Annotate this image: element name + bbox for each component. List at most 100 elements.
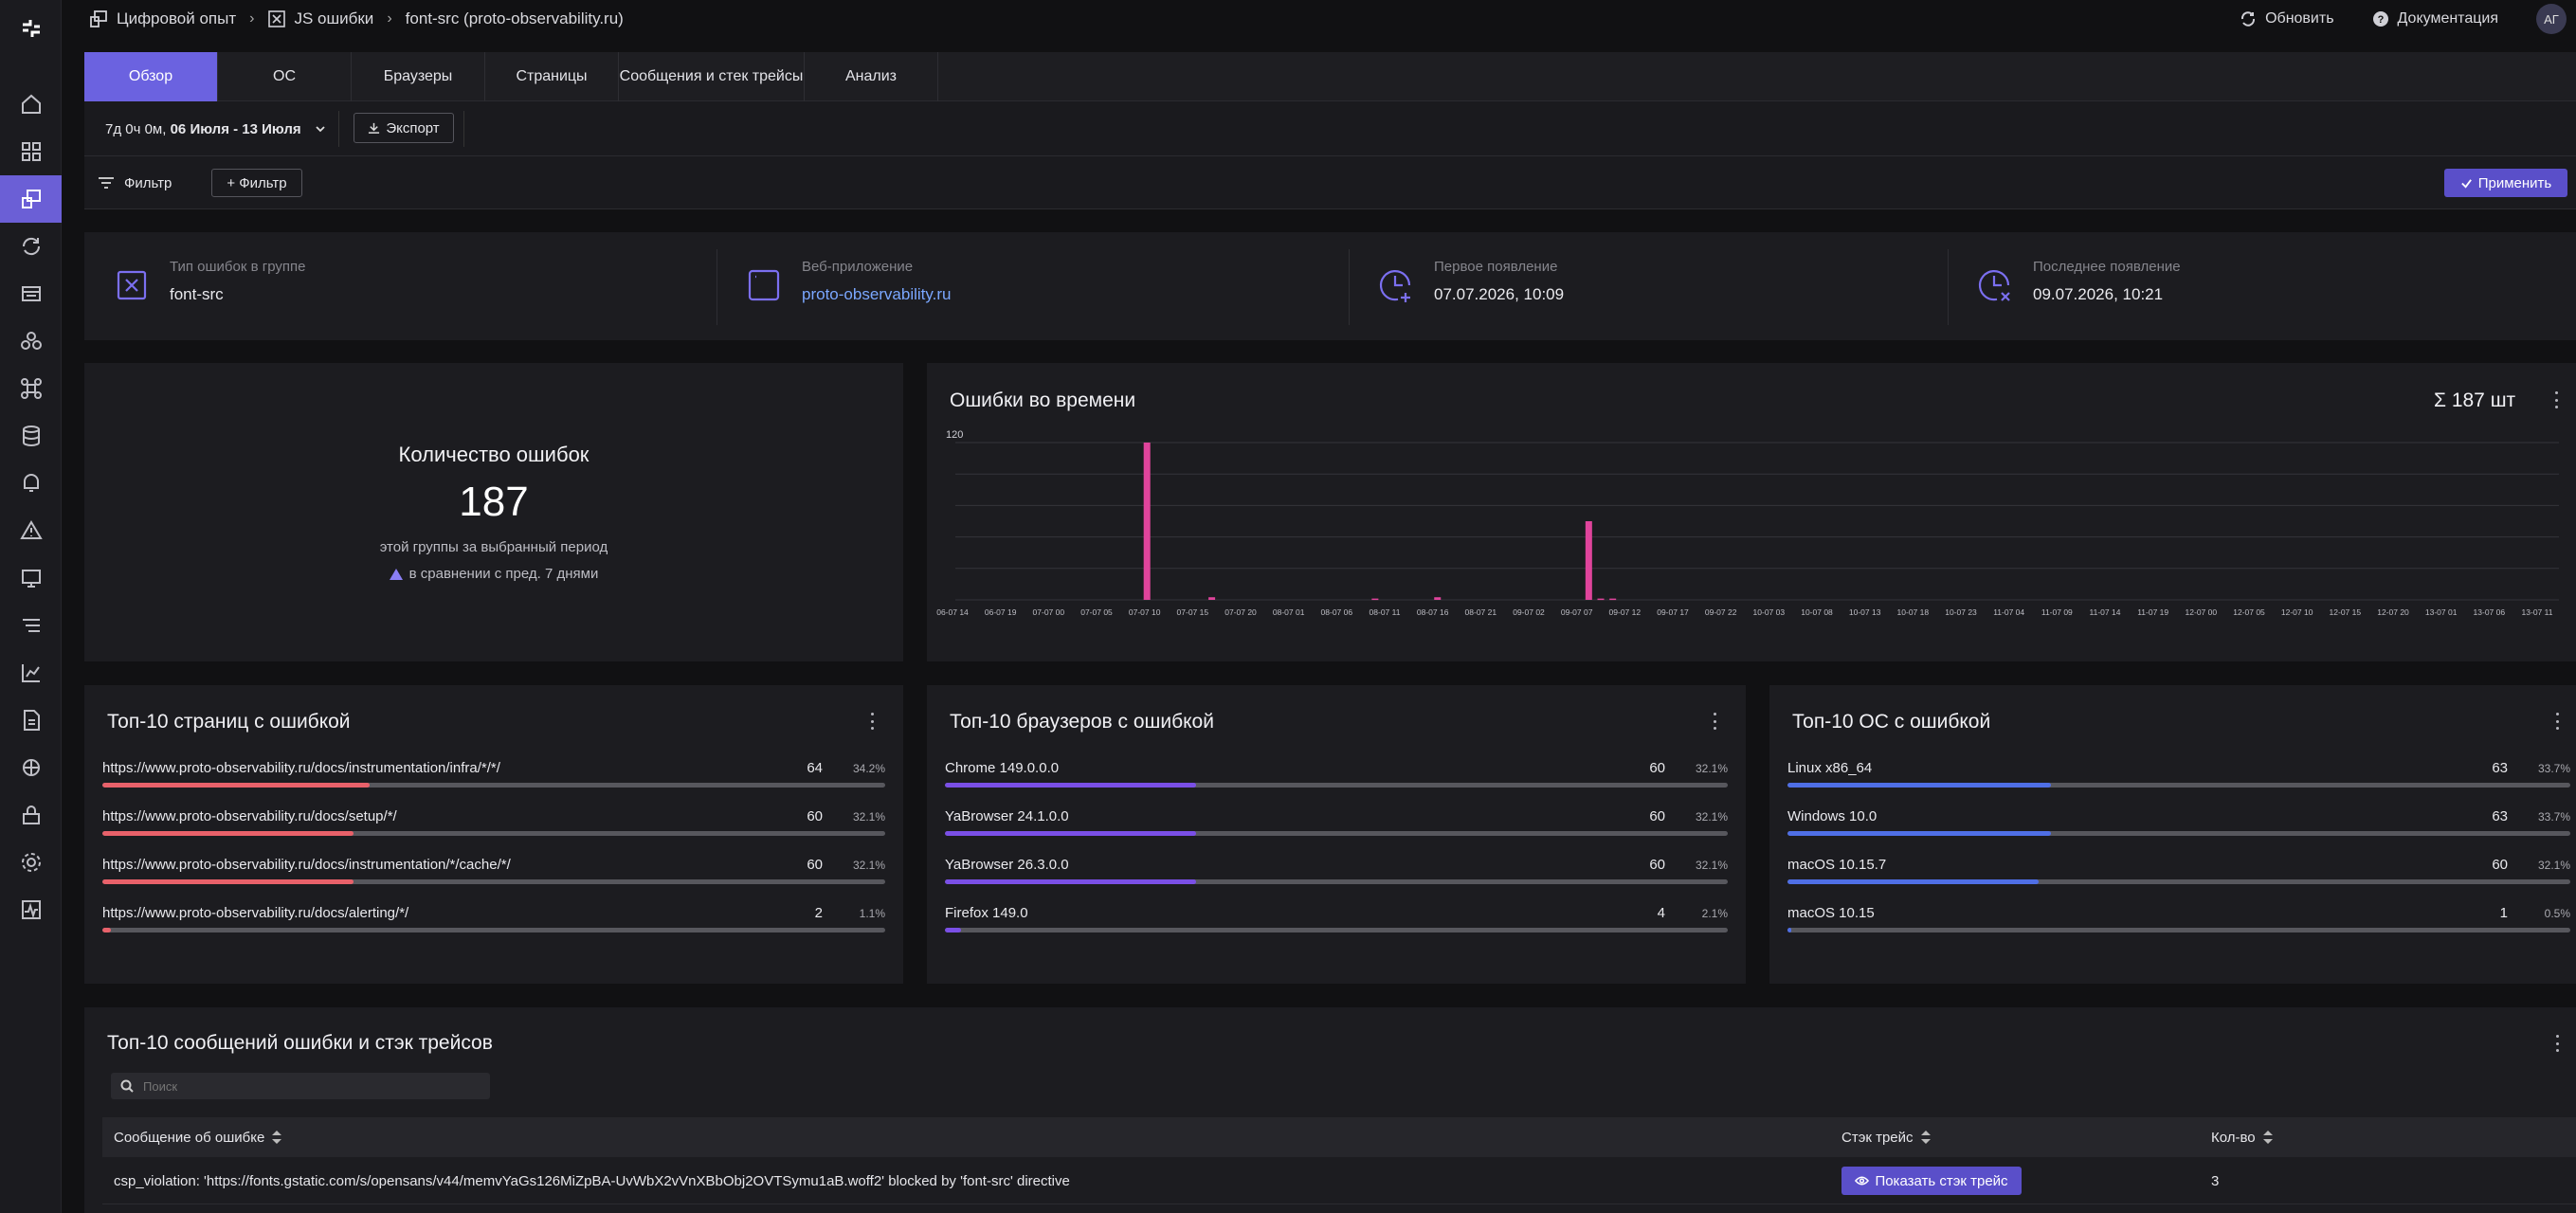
last-seen-value: 09.07.2026, 10:21: [2033, 285, 2164, 303]
os-row[interactable]: Linux x86_64 63 33.7%: [1769, 756, 2576, 794]
gear-icon[interactable]: [0, 839, 62, 886]
column-header-stacktrace[interactable]: Стэк трейс: [1841, 1117, 1931, 1157]
column-header-message[interactable]: Сообщение об ошибке: [114, 1117, 282, 1157]
browser-row[interactable]: YaBrowser 26.3.0.0 60 32.1%: [927, 853, 1746, 891]
browser-row[interactable]: Chrome 149.0.0.0 60 32.1%: [927, 756, 1746, 794]
avatar[interactable]: АГ: [2536, 4, 2567, 34]
breadcrumb: Цифровой опыт › JS ошибки › font-src (pr…: [88, 9, 624, 29]
refresh-button[interactable]: Обновить: [2240, 10, 2334, 27]
document-icon[interactable]: [0, 697, 62, 744]
error-count-value: 187: [459, 479, 529, 525]
services-icon[interactable]: [0, 317, 62, 365]
home-icon[interactable]: [0, 81, 62, 128]
os-row-label: macOS 10.15.7: [1787, 857, 1887, 873]
tab-messages-stacktraces[interactable]: Сообщения и стек трейсы: [619, 52, 805, 101]
chart-ytick-label: 120: [946, 429, 963, 441]
browser-row-count: 60: [1649, 808, 1665, 824]
activity-icon[interactable]: [0, 886, 62, 933]
show-stacktrace-button[interactable]: Показать стэк трейс: [1841, 1167, 2022, 1195]
tab-overview[interactable]: Обзор: [84, 52, 218, 101]
chart-xtick-label: 11-07 19: [2137, 607, 2168, 617]
tab-analysis[interactable]: Анализ: [805, 52, 938, 101]
os-row-bar: [1787, 879, 2570, 884]
search-input[interactable]: [141, 1077, 473, 1095]
browser-row-percent: 32.1%: [1695, 762, 1728, 775]
tab-browsers[interactable]: Браузеры: [352, 52, 485, 101]
page-row-bar: [102, 879, 885, 884]
page-row[interactable]: https://www.proto-observability.ru/docs/…: [84, 805, 903, 842]
filter-toggle[interactable]: Фильтр: [98, 156, 172, 209]
digital-experience-icon[interactable]: [0, 175, 62, 223]
tab-pages[interactable]: Страницы: [485, 52, 619, 101]
webapp-link[interactable]: proto-observability.ru: [802, 285, 951, 304]
filter-icon: [99, 177, 114, 189]
browser-row-count: 60: [1649, 760, 1665, 776]
export-label: Экспорт: [386, 119, 440, 136]
browser-row[interactable]: YaBrowser 24.1.0.0 60 32.1%: [927, 805, 1746, 842]
chart-xtick-label: 10-07 13: [1849, 607, 1881, 617]
chart-xtick-label: 07-07 10: [1129, 607, 1161, 617]
analytics-icon[interactable]: [0, 649, 62, 697]
database-icon[interactable]: [0, 412, 62, 460]
column-header-stacktrace-label: Стэк трейс: [1841, 1129, 1914, 1146]
sort-icon: [1920, 1131, 1931, 1144]
webapp-label: Веб-приложение: [802, 259, 914, 275]
page-row[interactable]: https://www.proto-observability.ru/docs/…: [84, 901, 903, 939]
chart-bar: [1208, 597, 1216, 600]
dashboard-icon[interactable]: [0, 128, 62, 175]
column-header-count[interactable]: Кол-во: [2211, 1117, 2273, 1157]
export-button[interactable]: Экспорт: [354, 113, 454, 143]
chart-xtick-label: 11-07 04: [1993, 607, 2024, 617]
pipelines-icon[interactable]: [0, 602, 62, 649]
info-last-seen: Последнее появление 09.07.2026, 10:21: [1948, 232, 2576, 340]
digital-experience-icon: [90, 10, 107, 27]
breadcrumb-item-digital-experience[interactable]: Цифровой опыт: [117, 9, 236, 28]
messages-panel: Топ-10 сообщений ошибки и стэк трейсов С…: [84, 1007, 2576, 1213]
more-menu-icon[interactable]: [1712, 713, 1717, 730]
lock-icon[interactable]: [0, 791, 62, 839]
page-row-percent: 34.2%: [852, 762, 885, 775]
os-row-bar: [1787, 783, 2570, 788]
chart-xtick-label: 10-07 23: [1945, 607, 1977, 617]
logo-icon[interactable]: [0, 5, 62, 52]
command-icon[interactable]: [0, 365, 62, 412]
chevron-right-icon: ›: [249, 10, 255, 27]
more-menu-icon[interactable]: [2554, 713, 2560, 730]
more-menu-icon[interactable]: [2554, 1035, 2560, 1052]
more-menu-icon[interactable]: [869, 713, 875, 730]
page-row-count: 60: [807, 857, 823, 873]
os-row[interactable]: macOS 10.15 1 0.5%: [1769, 901, 2576, 939]
page-row-label: https://www.proto-observability.ru/docs/…: [102, 760, 500, 776]
page-row[interactable]: https://www.proto-observability.ru/docs/…: [84, 756, 903, 794]
page-row-count: 64: [807, 760, 823, 776]
page-row[interactable]: https://www.proto-observability.ru/docs/…: [84, 853, 903, 891]
apply-button[interactable]: Применить: [2444, 169, 2567, 197]
tab-os[interactable]: ОС: [218, 52, 352, 101]
os-row[interactable]: Windows 10.0 63 33.7%: [1769, 805, 2576, 842]
page-row-bar-fill: [102, 783, 371, 788]
top-browsers-title: Топ-10 браузеров с ошибкой: [950, 711, 1214, 733]
documentation-button[interactable]: ? Документация: [2372, 10, 2498, 27]
date-range-picker[interactable]: 7д 0ч 0м, 06 Июля - 13 Июля: [105, 101, 326, 156]
os-row[interactable]: macOS 10.15.7 60 32.1%: [1769, 853, 2576, 891]
network-icon[interactable]: [0, 744, 62, 791]
chart-xtick-label: 06-07 14: [936, 607, 969, 617]
info-webapp: Веб-приложение proto-observability.ru: [717, 232, 1349, 340]
breadcrumb-item-current: font-src (proto-observability.ru): [405, 9, 624, 27]
breadcrumb-item-js-errors[interactable]: JS ошибки: [294, 9, 373, 28]
browser-row-percent: 2.1%: [1701, 907, 1728, 920]
page-row-percent: 1.1%: [859, 907, 885, 920]
chart-xtick-label: 08-07 01: [1273, 607, 1305, 617]
search-box[interactable]: [111, 1073, 490, 1099]
logs-icon[interactable]: [0, 270, 62, 317]
refresh-cycle-icon[interactable]: [0, 223, 62, 270]
first-seen-value: 07.07.2026, 10:09: [1434, 285, 1565, 303]
warning-icon[interactable]: [0, 507, 62, 554]
add-filter-button[interactable]: + Фильтр: [211, 169, 302, 197]
browser-row[interactable]: Firefox 149.0 4 2.1%: [927, 901, 1746, 939]
chart-xtick-label: 09-07 02: [1513, 607, 1545, 617]
bell-icon[interactable]: [0, 460, 62, 507]
monitor-icon[interactable]: [0, 554, 62, 602]
table-row: csp_violation: 'https://fonts.gstatic.co…: [102, 1157, 2576, 1204]
os-row-bar: [1787, 928, 2570, 932]
